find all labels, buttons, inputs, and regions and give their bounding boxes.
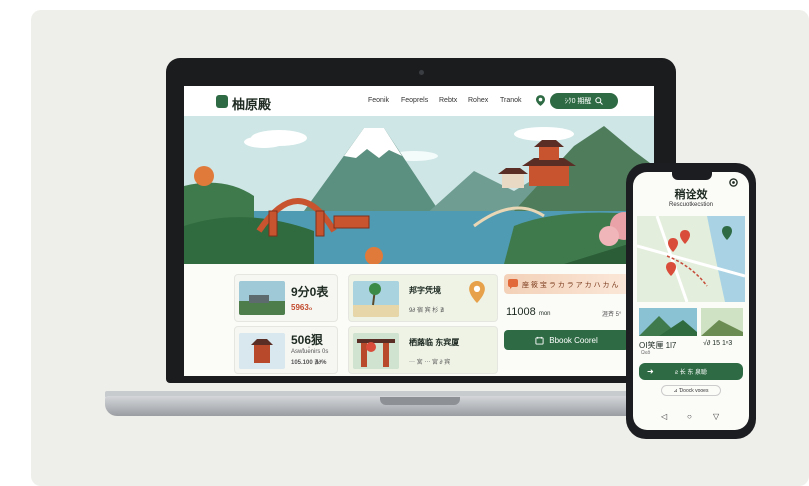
result-subcaption: Ω≤ō xyxy=(641,350,651,356)
map-pin-icon xyxy=(469,281,485,303)
card-detail: 105.100 ∄∂% xyxy=(291,360,327,366)
card-subtitle: 9∂ 宿 宾 杉 ∄ xyxy=(409,308,444,314)
card-title: 邦字凭境 xyxy=(409,286,441,295)
phone-secondary-button[interactable]: ⊿ Ɗoock vooes xyxy=(661,385,721,396)
home-icon[interactable]: ○ xyxy=(687,412,692,421)
app-subtitle: Rescuotkecstion xyxy=(668,202,714,208)
logo-icon xyxy=(216,95,228,108)
nav-link-3[interactable]: Rebtx xyxy=(439,97,457,104)
location-pin-icon[interactable] xyxy=(536,95,545,106)
card-title: 栖蕗临 东宾厦 xyxy=(409,338,460,347)
card-subtitle: ⋯ 宮 ⋯ 宮 ∂ 宾 xyxy=(409,360,451,366)
phone-screen: 稍诠效 Rescuotkecstion OI笑厘 1l7 Ω≤ō √∂ 15 1… xyxy=(633,172,749,430)
book-button-label: Bbook Coorel xyxy=(549,335,598,345)
site-header: 柚原殿 Feonik Feoprels Rebtx Rohex Tranok ｼ… xyxy=(184,86,654,116)
nav-link-4[interactable]: Rohex xyxy=(468,97,488,104)
result-meta: √∂ 15 1ⁿ3 xyxy=(703,340,733,347)
back-icon[interactable]: ◁ xyxy=(661,412,667,421)
laptop-screen: 柚原殿 Feonik Feoprels Rebtx Rohex Tranok ｼ… xyxy=(184,86,654,376)
listing-card-3[interactable]: 邦字凭境 9∂ 宿 宾 杉 ∄ xyxy=(348,274,498,322)
calendar-icon xyxy=(535,336,544,345)
booking-panel: 座 筱 宝 ラ カ ラ ア カ ハ カ ん 11008 mon 涯斉 5° Bb… xyxy=(504,274,629,374)
map-view[interactable] xyxy=(637,216,745,302)
arrow-right-icon: ➜ xyxy=(647,367,654,376)
webcam xyxy=(419,70,424,75)
result-thumbnail-1[interactable] xyxy=(639,308,697,336)
booking-banner: 座 筱 宝 ラ カ ラ ア カ ハ カ ん xyxy=(504,274,629,294)
card-price: 5963₀ xyxy=(291,303,313,312)
nav-link-5[interactable]: Tranok xyxy=(500,97,522,104)
settings-icon[interactable] xyxy=(729,178,738,187)
card-title: 506狠 xyxy=(291,333,324,347)
card-title: 9分0表 xyxy=(291,285,329,299)
laptop-lip xyxy=(380,397,460,405)
card-thumbnail xyxy=(353,333,399,369)
nav-link-1[interactable]: Feonik xyxy=(368,97,389,104)
laptop-base xyxy=(105,396,645,416)
card-thumbnail xyxy=(239,281,285,315)
search-icon xyxy=(595,97,604,105)
hero-illustration xyxy=(184,116,654,264)
book-button[interactable]: Bbook Coorel xyxy=(504,330,629,350)
recent-apps-icon[interactable]: ▽ xyxy=(713,412,719,421)
booking-tag: 涯斉 5° xyxy=(602,312,622,318)
card-thumbnail xyxy=(239,333,285,369)
nav-link-2[interactable]: Feoprels xyxy=(401,97,428,104)
listing-card-4[interactable]: 栖蕗临 东宾厦 ⋯ 宮 ⋯ 宮 ∂ 宾 xyxy=(348,326,498,374)
listing-card-2[interactable]: 506狠 Aswt̄ue̊nirs 0s 105.100 ∄∂% xyxy=(234,326,338,374)
listing-card-1[interactable]: 9分0表 5963₀ xyxy=(234,274,338,322)
cards-section: 9分0表 5963₀ 506狠 Aswt̄ue̊nirs 0s 105.100 … xyxy=(184,264,654,376)
search-label: ｼｸ0 期醒 xyxy=(564,98,592,105)
booking-value: 11008 mon xyxy=(506,306,551,318)
phone-notch xyxy=(672,172,712,180)
app-title: 稍诠效 xyxy=(674,189,708,201)
card-thumbnail xyxy=(353,281,399,317)
site-logo[interactable]: 柚原殿 xyxy=(232,94,271,113)
phone-primary-button[interactable]: ➜ ƨ 长 东 泉聪 xyxy=(639,363,743,380)
booking-banner-text: 座 筱 宝 ラ カ ラ ア カ ハ カ ん xyxy=(522,282,619,289)
chat-icon xyxy=(508,279,518,289)
card-subtitle: Aswt̄ue̊nirs 0s xyxy=(291,349,329,355)
search-button[interactable]: ｼｸ0 期醒 xyxy=(550,93,618,109)
result-thumbnail-2[interactable] xyxy=(701,308,743,336)
